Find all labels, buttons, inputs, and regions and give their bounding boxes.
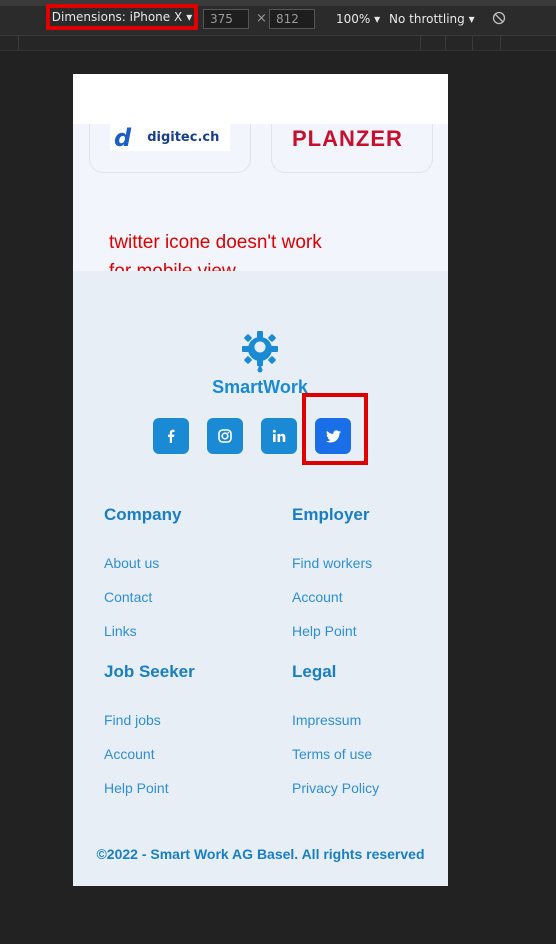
- digitec-logo: d digitec.ch: [110, 124, 230, 151]
- link-about-us[interactable]: About us: [104, 555, 159, 571]
- facebook-button[interactable]: [153, 418, 189, 454]
- link-seeker-help-point[interactable]: Help Point: [104, 780, 169, 796]
- link-employer-account[interactable]: Account: [292, 589, 343, 605]
- rotate-icon[interactable]: [492, 11, 506, 25]
- caret-down-icon: ▾: [374, 12, 381, 26]
- caret-down-icon: ▾: [186, 10, 193, 24]
- link-employer-help-point[interactable]: Help Point: [292, 623, 357, 639]
- caret-down-icon: ▾: [468, 12, 475, 26]
- planzer-logo: PLANZER: [292, 126, 403, 151]
- linkedin-button[interactable]: [261, 418, 297, 454]
- smartwork-logo[interactable]: SmartWork: [210, 331, 310, 398]
- page-top-area: [73, 74, 448, 124]
- digitec-name: digitec.ch: [147, 130, 220, 145]
- link-privacy-policy[interactable]: Privacy Policy: [292, 780, 379, 796]
- zoom-label: 100%: [336, 12, 371, 26]
- site-footer: SmartWork Company About us Contact Links…: [73, 271, 448, 886]
- throttling-dropdown[interactable]: No throttling ▾: [389, 12, 475, 26]
- smartwork-gear-icon: [242, 331, 278, 373]
- throttling-label: No throttling: [389, 12, 465, 26]
- annotation-line-1: twitter icone doesn't work: [109, 232, 322, 253]
- link-terms-of-use[interactable]: Terms of use: [292, 746, 372, 762]
- link-links[interactable]: Links: [104, 623, 137, 639]
- times-separator: ×: [256, 11, 267, 26]
- employer-title: Employer: [292, 505, 370, 524]
- device-label: Dimensions: iPhone X: [51, 10, 183, 24]
- instagram-button[interactable]: [207, 418, 243, 454]
- height-input[interactable]: 812: [269, 9, 315, 29]
- zoom-dropdown[interactable]: 100% ▾: [336, 12, 380, 26]
- legal-title: Legal: [292, 662, 337, 681]
- link-impressum[interactable]: Impressum: [292, 712, 361, 728]
- facebook-icon: [168, 429, 175, 443]
- width-input[interactable]: 375: [203, 9, 249, 29]
- partner-card-planzer[interactable]: PLANZER: [271, 124, 433, 173]
- link-find-workers[interactable]: Find workers: [292, 555, 372, 571]
- devtools-toolbar: Dimensions: iPhone X ▾ 375 × 812 100% ▾ …: [0, 0, 556, 36]
- linkedin-icon: [272, 429, 286, 442]
- media-query-ruler: [0, 36, 556, 51]
- link-find-jobs[interactable]: Find jobs: [104, 712, 161, 728]
- link-seeker-account[interactable]: Account: [104, 746, 155, 762]
- partner-carousel: d digitec.ch PLANZER twitter icone doesn…: [73, 124, 448, 285]
- job-seeker-title: Job Seeker: [104, 662, 195, 681]
- device-dimensions-dropdown[interactable]: Dimensions: iPhone X ▾: [46, 4, 198, 30]
- twitter-highlight-box: [302, 393, 368, 465]
- copyright-text: ©2022 - Smart Work AG Basel. All rights …: [96, 846, 425, 862]
- brand-name: SmartWork: [212, 377, 308, 397]
- instagram-icon: [218, 429, 232, 443]
- digitec-mark: d: [114, 123, 132, 152]
- mobile-viewport: d digitec.ch PLANZER twitter icone doesn…: [73, 74, 448, 886]
- link-contact[interactable]: Contact: [104, 589, 152, 605]
- company-title: Company: [104, 505, 182, 524]
- partner-card-digitec[interactable]: d digitec.ch: [89, 124, 251, 173]
